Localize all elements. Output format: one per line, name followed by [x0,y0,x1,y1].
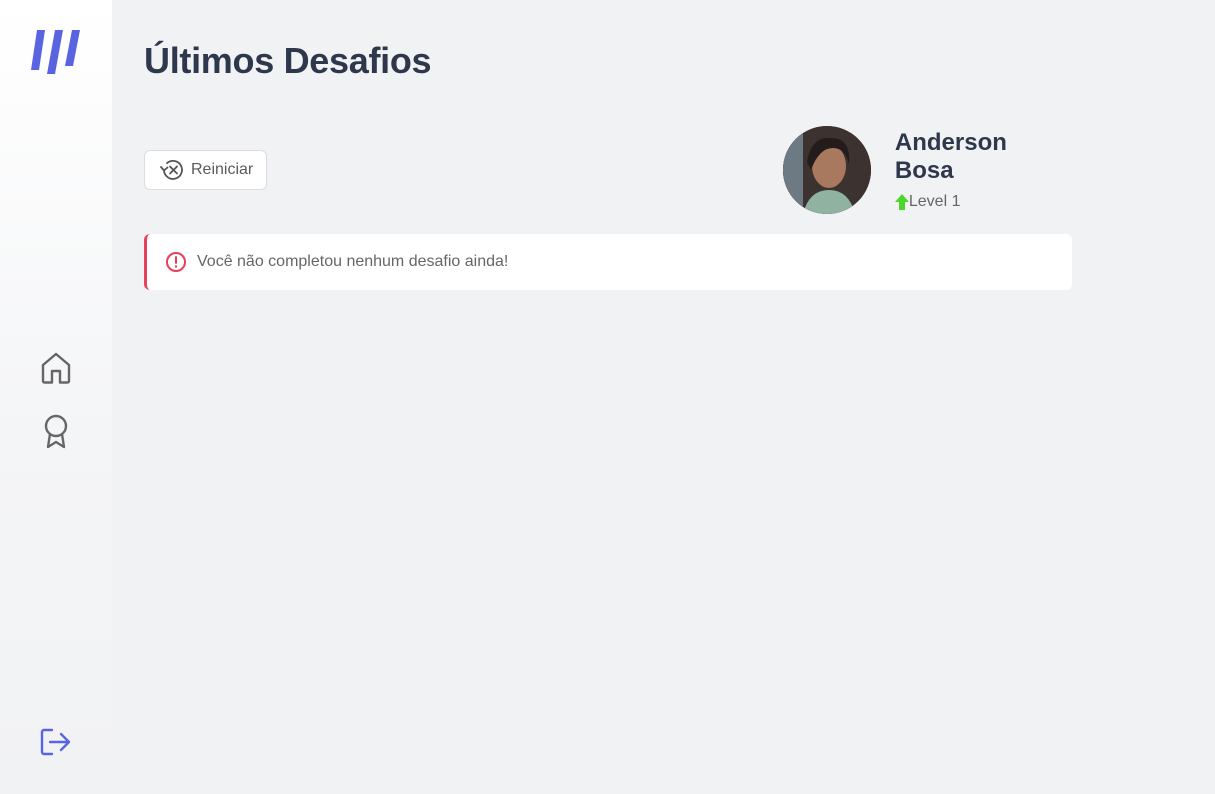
sidebar-item-home[interactable] [38,350,74,386]
empty-challenges-alert: Você não completou nenhum desafio ainda! [144,234,1072,290]
profile-name: Anderson Bosa [894,129,1007,184]
logout-button[interactable] [38,724,74,760]
avatar [783,126,871,214]
reset-icon [160,160,183,180]
alert-circle-icon [166,252,186,272]
logout-icon [40,728,71,756]
sidebar-item-leaderboard[interactable] [38,414,74,450]
user-profile: Anderson Bosa Level 1 [783,126,1072,214]
reset-button[interactable]: Reiniciar [144,150,267,190]
award-icon [44,414,68,449]
sidebar-nav [0,350,112,450]
level-label: Level 1 [908,193,961,210]
avatar-image [783,126,871,214]
sidebar [0,0,112,794]
move-it-logo-icon [31,30,80,74]
home-icon [41,352,71,384]
app-logo[interactable] [31,30,81,74]
page-title: Últimos Desafios [144,40,432,81]
main-content: Últimos Desafios Reiniciar Anderson Bosa [144,0,1072,794]
reset-button-label: Reiniciar [191,161,254,178]
profile-level: Level 1 [894,193,1072,211]
level-up-icon [894,194,909,210]
profile-info: Anderson Bosa Level 1 [894,129,1072,211]
alert-message: Você não completou nenhum desafio ainda! [197,253,509,270]
